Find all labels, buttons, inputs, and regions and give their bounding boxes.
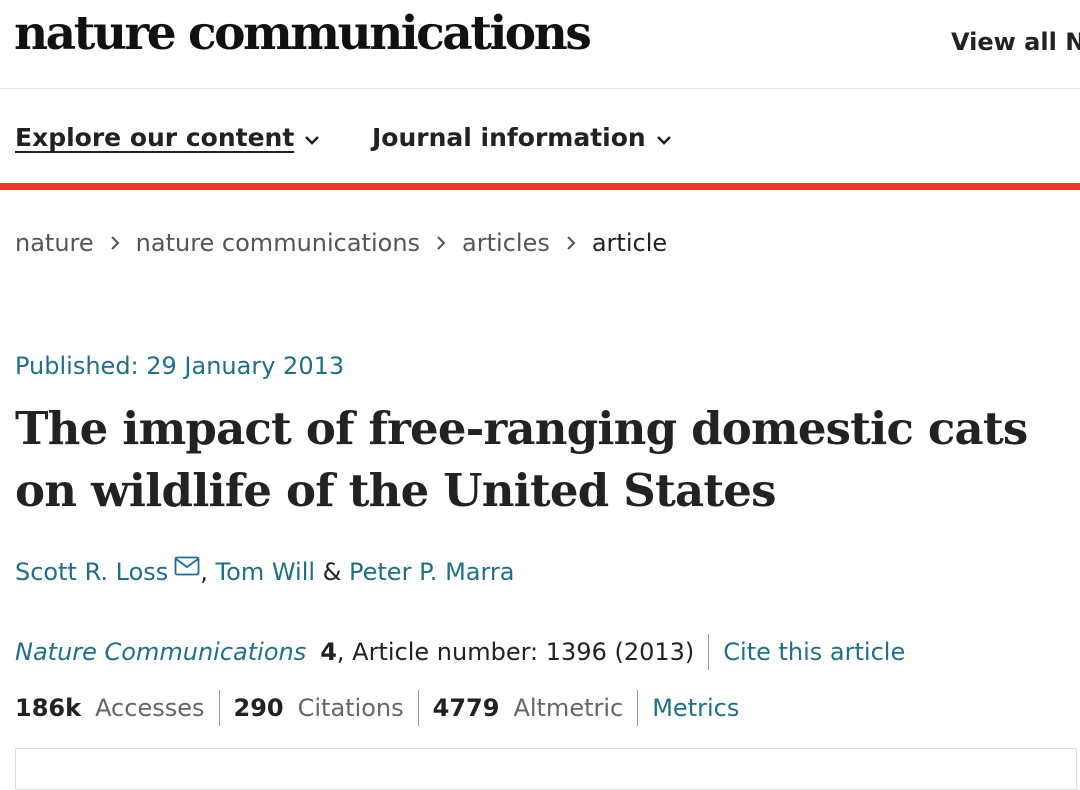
- explore-content-label: Explore our content: [15, 123, 295, 152]
- accesses-label: Accesses: [95, 694, 205, 722]
- cite-this-article-link[interactable]: Cite this article: [723, 638, 905, 666]
- altmetric-score: 4779: [432, 694, 500, 722]
- envelope-icon[interactable]: [174, 554, 200, 582]
- main-nav: Explore our content Journal information: [0, 89, 1080, 183]
- chevron-right-icon: [110, 235, 120, 251]
- chevron-down-icon: [304, 123, 320, 152]
- content-panel: [15, 748, 1077, 790]
- metrics-bar: 186k Accesses 290 Citations 4779 Altmetr…: [15, 690, 739, 726]
- divider: [417, 690, 419, 726]
- divider: [637, 690, 639, 726]
- article-title: The impact of free-ranging domestic cats…: [15, 402, 1028, 517]
- breadcrumb-articles[interactable]: articles: [462, 229, 550, 257]
- breadcrumb-current: article: [591, 229, 668, 257]
- author-list: Scott R. Loss , Tom Will & Peter P. Marr…: [15, 556, 515, 586]
- author-separator: ,: [200, 558, 216, 586]
- site-header: nature communications View all N: [0, 0, 1080, 89]
- author-link[interactable]: Scott R. Loss: [15, 558, 168, 586]
- journal-information-menu[interactable]: Journal information: [372, 123, 672, 152]
- citation-line: Nature Communications 4 , Article number…: [15, 634, 905, 670]
- divider: [218, 690, 220, 726]
- divider: [708, 634, 710, 670]
- published-date: Published: 29 January 2013: [15, 352, 345, 380]
- breadcrumb: nature nature communications articles ar…: [15, 229, 667, 257]
- altmetric-label: Altmetric: [513, 694, 624, 722]
- breadcrumb-nature[interactable]: nature: [15, 229, 94, 257]
- journal-name-link[interactable]: Nature Communications: [15, 638, 306, 666]
- author-separator: &: [315, 558, 350, 586]
- metrics-link[interactable]: Metrics: [652, 694, 739, 722]
- citations-label: Citations: [297, 694, 404, 722]
- journal-information-label: Journal information: [372, 123, 646, 152]
- explore-content-menu[interactable]: Explore our content: [15, 123, 320, 152]
- breadcrumb-nature-communications[interactable]: nature communications: [136, 229, 420, 257]
- view-all-journals-link[interactable]: View all N: [951, 28, 1080, 56]
- author-link[interactable]: Tom Will: [216, 558, 315, 586]
- author-link[interactable]: Peter P. Marra: [349, 558, 514, 586]
- volume-number: 4: [320, 638, 337, 666]
- citations-count: 290: [233, 694, 284, 722]
- accesses-count: 186k: [15, 694, 82, 722]
- article-number: , Article number: 1396 (2013): [336, 638, 695, 666]
- journal-logo[interactable]: nature communications: [14, 6, 592, 61]
- chevron-right-icon: [566, 235, 576, 251]
- chevron-right-icon: [436, 235, 446, 251]
- chevron-down-icon: [656, 123, 672, 152]
- accent-bar: [0, 183, 1080, 190]
